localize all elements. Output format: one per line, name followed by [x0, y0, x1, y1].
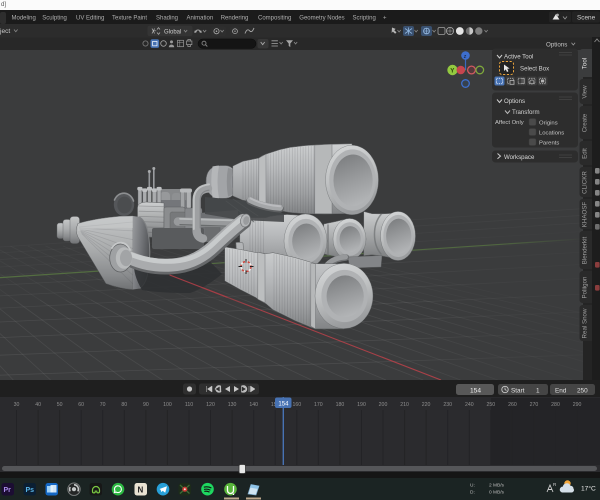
svg-text:240: 240 — [465, 402, 474, 408]
svg-text:d]: d] — [1, 2, 6, 8]
svg-text:Blenderkit: Blenderkit — [582, 236, 589, 264]
svg-text:1: 1 — [536, 387, 540, 394]
svg-text:D:: D: — [470, 490, 475, 496]
svg-text:ject: ject — [0, 28, 10, 35]
svg-text:Scene: Scene — [577, 15, 596, 22]
svg-text:190: 190 — [357, 402, 366, 408]
svg-text:70: 70 — [100, 402, 106, 408]
svg-text:210: 210 — [400, 402, 409, 408]
svg-text:Shading: Shading — [156, 16, 178, 22]
svg-text:Global: Global — [164, 29, 181, 35]
svg-text:Geometry Nodes: Geometry Nodes — [299, 16, 344, 22]
svg-text:170: 170 — [314, 402, 323, 408]
svg-text:Locations: Locations — [539, 130, 564, 136]
svg-text:290: 290 — [573, 402, 582, 408]
svg-text:+: + — [383, 16, 387, 22]
svg-text:Poliigon: Poliigon — [582, 276, 589, 299]
svg-text:Modeling: Modeling — [12, 16, 36, 22]
svg-text:230: 230 — [443, 402, 452, 408]
svg-text:Origins: Origins — [539, 120, 558, 126]
svg-text:280: 280 — [551, 402, 560, 408]
svg-text:Edit: Edit — [582, 148, 589, 159]
svg-text:Real Snow: Real Snow — [582, 308, 589, 338]
svg-text:Tool: Tool — [582, 58, 589, 69]
svg-text:250: 250 — [577, 387, 588, 394]
svg-text:2 MB/s: 2 MB/s — [489, 483, 505, 489]
svg-text:Active Tool: Active Tool — [504, 54, 533, 61]
svg-text:Scripting: Scripting — [353, 16, 376, 22]
svg-text:154: 154 — [470, 387, 481, 394]
svg-text:Create: Create — [582, 113, 589, 132]
svg-text:KHAOSF: KHAOSF — [582, 202, 589, 228]
svg-text:z: z — [464, 54, 467, 60]
svg-text:220: 220 — [422, 402, 431, 408]
svg-text:Rendering: Rendering — [221, 16, 249, 22]
svg-text:260: 260 — [508, 402, 517, 408]
svg-text:Compositing: Compositing — [258, 16, 291, 22]
svg-text:90: 90 — [143, 402, 149, 408]
svg-text:120: 120 — [206, 402, 215, 408]
svg-text:View: View — [582, 85, 589, 99]
svg-text:30: 30 — [14, 402, 20, 408]
svg-text:Animation: Animation — [187, 16, 214, 22]
svg-text:CLICKR: CLICKR — [582, 171, 589, 194]
svg-text:80: 80 — [121, 402, 127, 408]
svg-text:Texture Paint: Texture Paint — [112, 16, 147, 22]
svg-text:Options: Options — [546, 41, 567, 48]
svg-text:110: 110 — [185, 402, 193, 408]
svg-text:Sculpting: Sculpting — [42, 16, 67, 22]
svg-text:130: 130 — [228, 402, 237, 408]
svg-text:U:: U: — [470, 483, 475, 489]
svg-text:180: 180 — [336, 402, 345, 408]
svg-text:17°C: 17°C — [581, 485, 596, 493]
svg-text:Ps: Ps — [26, 487, 35, 494]
svg-text:Select Box: Select Box — [520, 65, 549, 72]
svg-text:200: 200 — [379, 402, 388, 408]
svg-text:UV Editing: UV Editing — [76, 16, 104, 22]
svg-text:N: N — [138, 486, 144, 495]
svg-text:End: End — [555, 387, 567, 394]
svg-text:100: 100 — [163, 402, 172, 408]
svg-text:40: 40 — [35, 402, 41, 408]
svg-text:154: 154 — [278, 402, 289, 408]
svg-text:160: 160 — [292, 402, 301, 408]
svg-text:60: 60 — [78, 402, 84, 408]
svg-text:Workspace: Workspace — [504, 154, 535, 161]
svg-text:Parents: Parents — [539, 140, 559, 146]
svg-text:Start: Start — [511, 387, 525, 394]
svg-text:Options: Options — [504, 98, 525, 105]
svg-text:270: 270 — [530, 402, 539, 408]
svg-text:50: 50 — [57, 402, 63, 408]
svg-text:0 MB/s: 0 MB/s — [489, 490, 505, 496]
svg-text:140: 140 — [249, 402, 258, 408]
svg-text:Pr: Pr — [4, 487, 12, 494]
svg-text:Affect Only: Affect Only — [495, 120, 524, 126]
svg-text:250: 250 — [486, 402, 495, 408]
svg-text:Transform: Transform — [512, 109, 540, 116]
